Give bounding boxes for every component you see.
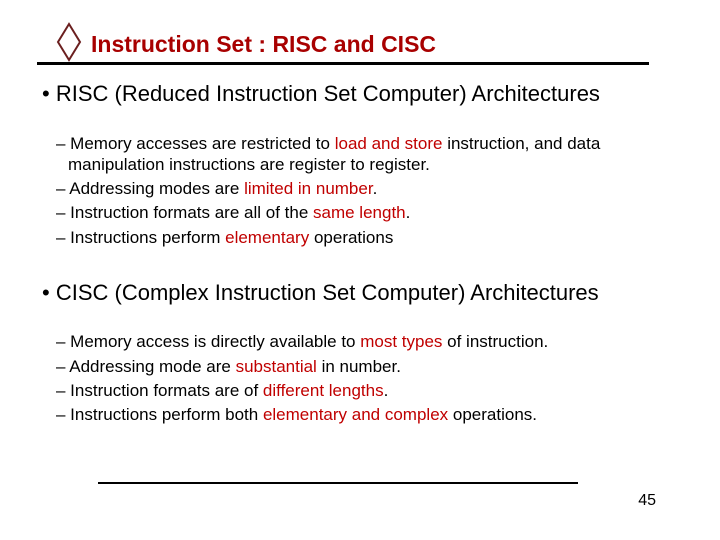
text: operations. bbox=[448, 405, 537, 424]
bullet-point: – Instructions perform elementary operat… bbox=[42, 227, 678, 248]
text: – Instructions perform bbox=[56, 228, 225, 247]
bullet-point: – Addressing modes are limited in number… bbox=[42, 178, 678, 199]
section-heading: • RISC (Reduced Instruction Set Computer… bbox=[42, 80, 678, 108]
emphasis: elementary bbox=[225, 228, 309, 247]
slide: Instruction Set : RISC and CISC • RISC (… bbox=[0, 0, 720, 540]
slide-title: Instruction Set : RISC and CISC bbox=[91, 31, 436, 58]
text: – Instruction formats are of bbox=[56, 381, 263, 400]
bullet-point: – Memory access is directly available to… bbox=[42, 331, 678, 352]
page-number: 45 bbox=[638, 492, 656, 510]
emphasis: load and store bbox=[335, 134, 443, 153]
text: – Memory access is directly available to bbox=[56, 332, 360, 351]
emphasis: different lengths bbox=[263, 381, 384, 400]
title-row: Instruction Set : RISC and CISC bbox=[55, 22, 680, 67]
text: in number. bbox=[317, 357, 401, 376]
text: – Addressing mode are bbox=[56, 357, 236, 376]
content-area: • RISC (Reduced Instruction Set Computer… bbox=[42, 74, 678, 428]
diamond-icon bbox=[55, 22, 83, 67]
bullet-point: – Instruction formats are of different l… bbox=[42, 380, 678, 401]
text: . bbox=[384, 381, 389, 400]
emphasis: elementary and complex bbox=[263, 405, 448, 424]
section-heading: • CISC (Complex Instruction Set Computer… bbox=[42, 279, 678, 307]
bullet-point: – Instruction formats are all of the sam… bbox=[42, 202, 678, 223]
text: operations bbox=[309, 228, 393, 247]
emphasis: same length bbox=[313, 203, 406, 222]
bullet-point: – Addressing mode are substantial in num… bbox=[42, 356, 678, 377]
footer-rule bbox=[98, 482, 578, 484]
text: – Instructions perform both bbox=[56, 405, 263, 424]
text: . bbox=[373, 179, 378, 198]
text: – Instruction formats are all of the bbox=[56, 203, 313, 222]
emphasis: limited in number bbox=[244, 179, 373, 198]
bullet-point: – Memory accesses are restricted to load… bbox=[42, 133, 678, 176]
text: . bbox=[406, 203, 411, 222]
text: – Addressing modes are bbox=[56, 179, 244, 198]
text: – Memory accesses are restricted to bbox=[56, 134, 335, 153]
title-underline bbox=[37, 62, 649, 65]
emphasis: most types bbox=[360, 332, 442, 351]
bullet-point: – Instructions perform both elementary a… bbox=[42, 404, 678, 425]
text: of instruction. bbox=[442, 332, 548, 351]
emphasis: substantial bbox=[236, 357, 317, 376]
